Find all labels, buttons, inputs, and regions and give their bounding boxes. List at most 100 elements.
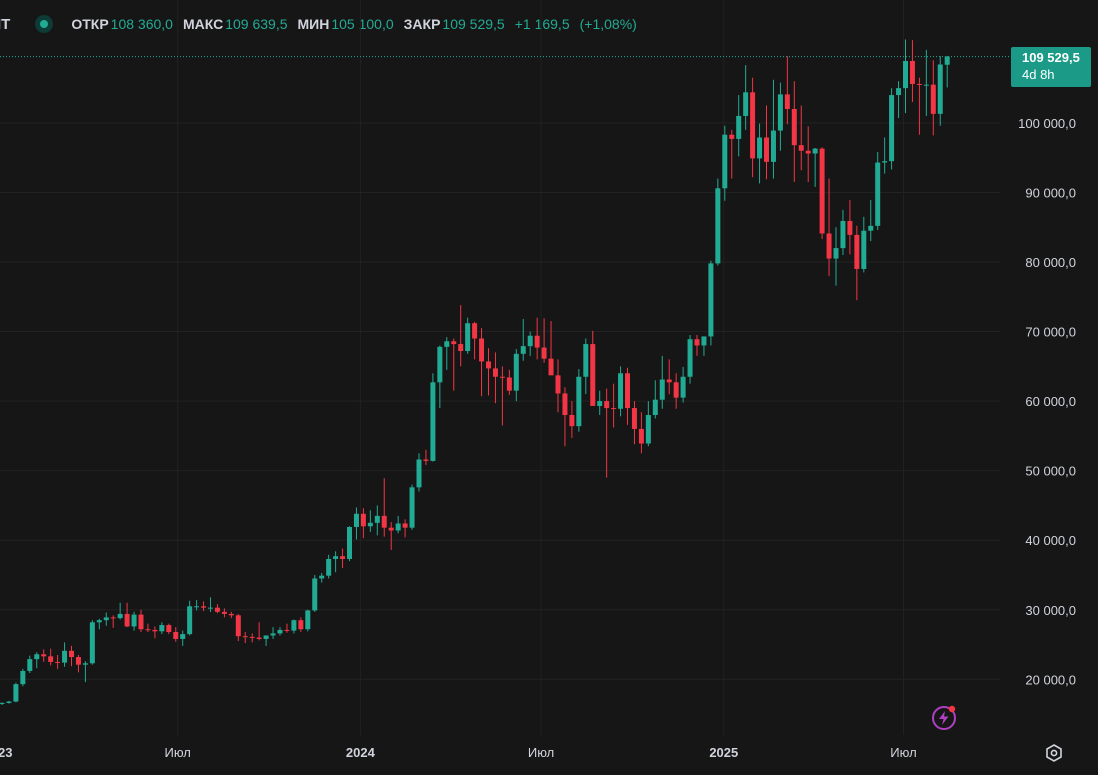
candle xyxy=(96,618,102,630)
candle xyxy=(944,55,950,88)
price-chart[interactable]: 20 000,0 30 000,0 40 000,0 50 000,0 60 000,0… xyxy=(0,0,1098,775)
candle-body xyxy=(576,376,582,427)
candle xyxy=(506,369,512,395)
candle-body xyxy=(889,95,895,162)
candle xyxy=(367,510,373,532)
candle-body xyxy=(0,702,5,704)
candle xyxy=(305,609,311,632)
candle xyxy=(541,318,547,363)
candle-body xyxy=(645,415,651,444)
candle xyxy=(708,260,714,346)
last-price-value: 109 529,5 xyxy=(1022,50,1080,65)
candle xyxy=(868,200,874,242)
candle-body xyxy=(242,636,248,638)
candle xyxy=(242,632,248,644)
candle-body xyxy=(541,347,547,359)
candle-body xyxy=(652,399,658,416)
candle-body xyxy=(499,376,505,378)
candle-body xyxy=(625,373,630,409)
x-tick-label: Июл xyxy=(165,745,191,760)
candle-body xyxy=(798,145,804,151)
candle xyxy=(131,611,137,631)
candle-body xyxy=(221,611,227,614)
candle xyxy=(20,668,26,687)
candle-body xyxy=(145,629,151,631)
candle-body xyxy=(187,606,193,635)
candle-body xyxy=(124,613,130,627)
candle xyxy=(117,602,123,620)
candle-body xyxy=(812,148,818,154)
candle xyxy=(819,147,825,240)
candle xyxy=(444,337,450,370)
candle-body xyxy=(903,61,908,89)
candle xyxy=(187,600,193,636)
candle-body xyxy=(492,368,498,377)
candle xyxy=(451,338,457,391)
candle-body xyxy=(395,523,401,531)
candle-body xyxy=(326,558,332,576)
candle xyxy=(784,56,790,125)
candle xyxy=(138,609,144,633)
candle-body xyxy=(82,663,88,665)
candle-body xyxy=(194,606,200,608)
candle-body xyxy=(486,361,491,369)
candle xyxy=(326,554,332,579)
x-tick-label: 2025 xyxy=(709,745,738,760)
candle xyxy=(645,401,651,447)
candle xyxy=(889,88,895,170)
candle xyxy=(0,702,5,706)
candle-body xyxy=(694,339,700,346)
candle-body xyxy=(937,64,943,114)
lightning-icon[interactable] xyxy=(930,704,958,732)
y-tick-label: 40 000,0 xyxy=(1025,533,1076,548)
candle-body xyxy=(34,654,40,660)
candle-body xyxy=(96,620,102,623)
settings-icon[interactable] xyxy=(1043,742,1065,764)
candle-body xyxy=(263,635,269,639)
candle-body xyxy=(687,339,693,377)
candle xyxy=(423,449,429,466)
candle-body xyxy=(708,263,714,337)
candle-body xyxy=(340,556,346,559)
candle-body xyxy=(284,629,290,631)
candle-body xyxy=(214,607,220,612)
candle xyxy=(486,348,491,396)
candle-body xyxy=(20,670,26,685)
candle xyxy=(548,321,554,376)
y-tick-label: 60 000,0 xyxy=(1025,394,1076,409)
candle-body xyxy=(861,230,867,269)
candle-body xyxy=(333,556,339,559)
candle xyxy=(395,515,401,534)
candle xyxy=(89,620,95,665)
x-tick-label: 2024 xyxy=(346,745,376,760)
candle xyxy=(826,178,832,276)
candle xyxy=(34,652,40,669)
candle-body xyxy=(256,637,262,639)
candle xyxy=(576,369,582,432)
candle-body xyxy=(451,341,457,345)
candle-body xyxy=(548,358,554,376)
candle xyxy=(611,383,617,428)
candle-body xyxy=(270,633,276,636)
candle-body xyxy=(638,428,644,444)
candle-body xyxy=(423,459,429,461)
candle xyxy=(652,380,658,419)
y-tick-label: 20 000,0 xyxy=(1025,672,1076,687)
candle xyxy=(152,626,158,639)
candle xyxy=(416,453,422,492)
candle-body xyxy=(458,344,464,352)
candle xyxy=(764,105,769,180)
candle xyxy=(896,81,902,119)
candle xyxy=(347,526,352,562)
candle xyxy=(909,40,915,103)
candle xyxy=(840,209,846,256)
candle xyxy=(430,373,436,462)
candle xyxy=(618,366,624,417)
candle xyxy=(847,200,853,255)
candle xyxy=(333,551,339,573)
candle-body xyxy=(69,650,74,658)
candle-body xyxy=(173,632,179,639)
candle-body xyxy=(736,115,742,139)
candle-body xyxy=(249,636,255,638)
candle-body xyxy=(298,620,304,630)
